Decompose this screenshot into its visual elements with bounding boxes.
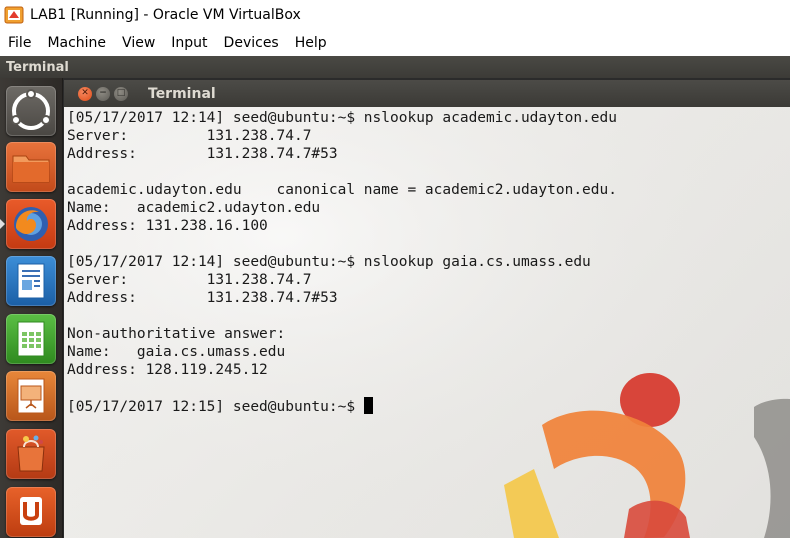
virtualbox-titlebar: LAB1 [Running] - Oracle VM VirtualBox [0,0,790,30]
calc-icon[interactable] [6,314,56,364]
software-center-icon[interactable] [6,429,56,479]
terminal-titlebar[interactable]: ✕ − □ Terminal [64,80,790,107]
firefox-icon[interactable] [6,199,56,249]
ubuntu-top-panel: Terminal [0,56,790,78]
active-app-title: Terminal [6,59,69,75]
files-icon[interactable] [6,142,56,192]
ubuntu-one-icon[interactable] [6,487,56,537]
writer-icon[interactable] [6,256,56,306]
output-line: Address: 131.238.74.7#53 [67,146,338,162]
menu-file[interactable]: File [0,35,39,51]
menu-machine[interactable]: Machine [39,35,114,51]
maximize-button[interactable]: □ [114,86,128,101]
output-line: Address: 131.238.16.100 [67,218,268,234]
menu-bar: File Machine View Input Devices Help [0,30,790,56]
menu-help[interactable]: Help [287,35,335,51]
close-button[interactable]: ✕ [78,86,92,101]
minimize-button[interactable]: − [96,86,110,101]
minimize-icon: − [99,88,107,98]
output-line: Address: 131.238.74.7#53 [67,290,338,306]
window-title: LAB1 [Running] - Oracle VM VirtualBox [30,7,301,23]
current-prompt: [05/17/2017 12:15] seed@ubuntu:~$ [67,399,364,415]
menu-devices[interactable]: Devices [216,35,287,51]
prompt-line: [05/17/2017 12:14] seed@ubuntu:~$ nslook… [67,254,591,270]
virtualbox-app-icon [4,5,24,25]
dash-home-icon[interactable] [6,86,56,136]
running-indicator-icon [0,219,5,229]
close-icon: ✕ [81,88,89,98]
output-line: Address: 128.119.245.12 [67,362,268,378]
terminal-title: Terminal [148,85,216,102]
menu-input[interactable]: Input [163,35,215,51]
prompt-line: [05/17/2017 12:14] seed@ubuntu:~$ nslook… [67,110,617,126]
output-line: academic.udayton.edu canonical name = ac… [67,182,617,198]
output-line: Name: gaia.cs.umass.edu [67,344,286,360]
impress-icon[interactable] [6,371,56,421]
terminal-output-area[interactable]: [05/17/2017 12:14] seed@ubuntu:~$ nslook… [64,107,790,538]
output-line: Name: academic2.udayton.edu [67,200,321,216]
maximize-icon: □ [116,88,126,98]
terminal-text: [05/17/2017 12:14] seed@ubuntu:~$ nslook… [67,109,617,415]
menu-view[interactable]: View [114,35,163,51]
output-line: Non-authoritative answer: [67,326,286,342]
text-cursor [363,397,373,414]
unity-launcher [0,78,63,538]
current-prompt-line[interactable]: [05/17/2017 12:15] seed@ubuntu:~$ [67,397,617,415]
terminal-window: ✕ − □ Terminal [05/17/2017 12:14] seed@u… [64,80,790,538]
output-line: Server: 131.238.74.7 [67,128,312,144]
output-line: Server: 131.238.74.7 [67,272,312,288]
